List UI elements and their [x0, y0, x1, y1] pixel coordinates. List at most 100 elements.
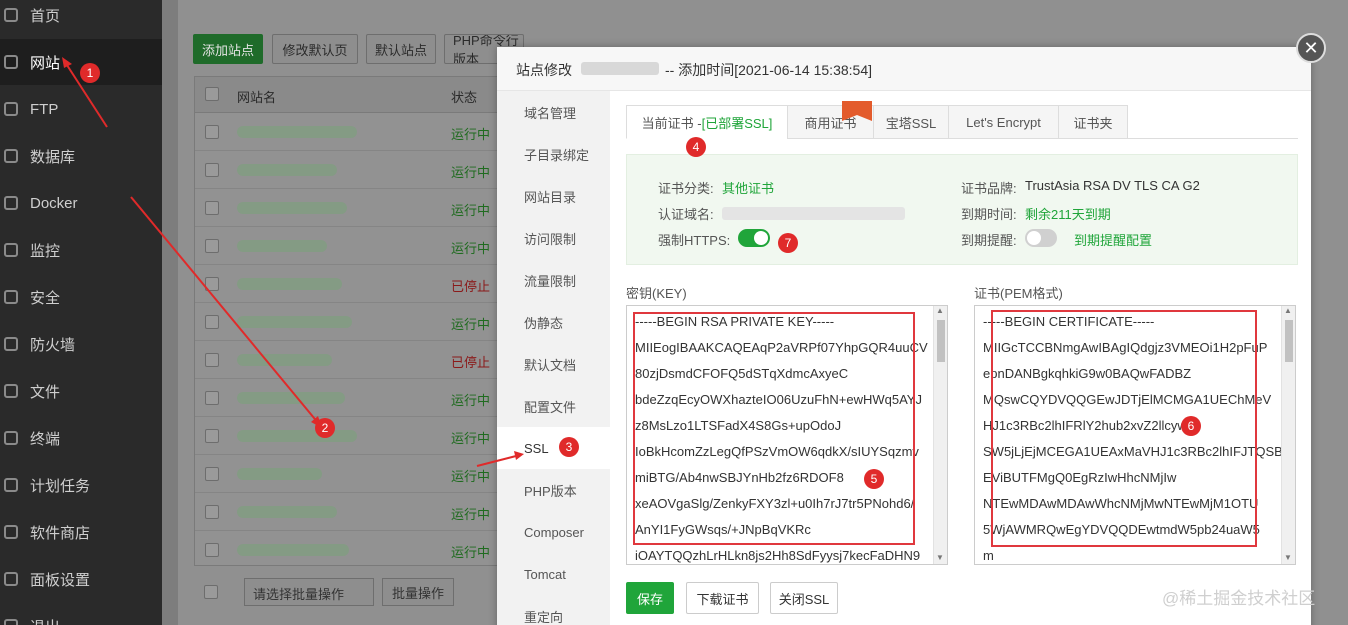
force-https-toggle[interactable]	[738, 229, 770, 247]
status-text[interactable]: 运行中	[451, 542, 490, 561]
sidebar: 首页 网站 FTP 数据库 Docker 监控 安全 防火墙 文件 终端 计划任…	[0, 0, 162, 625]
nav-config-file[interactable]: 配置文件	[497, 385, 610, 427]
table-header: 网站名 状态	[195, 77, 503, 113]
nav-tomcat[interactable]: Tomcat	[497, 553, 610, 595]
cert-category-label: 证书分类:	[658, 181, 714, 196]
row-checkbox[interactable]	[205, 467, 219, 481]
sidebar-item-firewall[interactable]: 防火墙	[0, 321, 162, 367]
sidebar-item-ftp[interactable]: FTP	[0, 86, 162, 132]
row-checkbox[interactable]	[205, 315, 219, 329]
status-text[interactable]: 运行中	[451, 390, 490, 409]
nav-traffic-limit[interactable]: 流量限制	[497, 259, 610, 301]
row-checkbox[interactable]	[205, 125, 219, 139]
logout-icon	[4, 619, 18, 625]
sidebar-item-label: 文件	[30, 383, 61, 401]
tab-current-cert[interactable]: 当前证书 - [已部署SSL]	[626, 105, 788, 139]
sidebar-item-label: 面板设置	[30, 571, 91, 589]
batch-operation-select[interactable]: 请选择批量操作	[244, 578, 374, 606]
sidebar-item-cron[interactable]: 计划任务	[0, 462, 162, 508]
add-site-button[interactable]: 添加站点	[193, 34, 263, 64]
col-site-name[interactable]: 网站名	[237, 87, 276, 106]
expire-reminder-toggle[interactable]	[1025, 229, 1057, 247]
sidebar-item-home[interactable]: 首页	[0, 0, 162, 38]
sidebar-item-terminal[interactable]: 终端	[0, 415, 162, 461]
row-checkbox[interactable]	[205, 163, 219, 177]
nav-access-limit[interactable]: 访问限制	[497, 217, 610, 259]
key-line: iOAYTQQzhLrHLkn8js2Hh8SdFyysj7kecFaDHN9	[635, 548, 921, 563]
tab-lets-encrypt[interactable]: Let's Encrypt	[948, 105, 1059, 139]
sidebar-item-store[interactable]: 软件商店	[0, 509, 162, 555]
expire-time-value: 剩余211天到期	[1025, 207, 1111, 222]
sidebar-item-label: 软件商店	[30, 524, 91, 542]
col-status[interactable]: 状态	[451, 87, 477, 106]
home-icon	[4, 8, 18, 22]
cert-domain-redacted	[722, 207, 905, 220]
recommend-ribbon-icon	[842, 101, 872, 121]
select-all-checkbox[interactable]	[205, 87, 219, 101]
download-cert-button[interactable]: 下载证书	[686, 582, 759, 614]
key-scrollbar[interactable]: ▲ ▼	[933, 306, 947, 564]
table-row: 运行中	[195, 303, 503, 341]
status-text[interactable]: 运行中	[451, 314, 490, 333]
nav-site-directory[interactable]: 网站目录	[497, 175, 610, 217]
site-name-blurred	[237, 316, 352, 328]
sidebar-item-label: 首页	[30, 7, 61, 25]
row-checkbox[interactable]	[205, 239, 219, 253]
row-checkbox[interactable]	[205, 277, 219, 291]
status-text[interactable]: 运行中	[451, 504, 490, 523]
terminal-icon	[4, 431, 18, 445]
nav-domain-management[interactable]: 域名管理	[497, 91, 610, 133]
status-text[interactable]: 运行中	[451, 124, 490, 143]
nav-rewrite[interactable]: 伪静态	[497, 301, 610, 343]
nav-composer[interactable]: Composer	[497, 511, 610, 553]
site-name-blurred	[237, 544, 349, 556]
nav-subdir-binding[interactable]: 子目录绑定	[497, 133, 610, 175]
row-checkbox[interactable]	[205, 391, 219, 405]
tab-baota-ssl[interactable]: 宝塔SSL	[873, 105, 949, 139]
cert-scrollbar[interactable]: ▲ ▼	[1281, 306, 1295, 564]
site-name-redacted	[581, 62, 659, 75]
save-button[interactable]: 保存	[626, 582, 674, 614]
table-row: 运行中	[195, 189, 503, 227]
sidebar-item-logout[interactable]: 退出	[0, 603, 162, 625]
status-text[interactable]: 运行中	[451, 238, 490, 257]
sidebar-item-docker[interactable]: Docker	[0, 180, 162, 226]
status-text[interactable]: 运行中	[451, 200, 490, 219]
tab-cert-folder[interactable]: 证书夹	[1058, 105, 1128, 139]
nav-default-doc[interactable]: 默认文档	[497, 343, 610, 385]
sidebar-item-security[interactable]: 安全	[0, 274, 162, 320]
close-ssl-button[interactable]: 关闭SSL	[770, 582, 838, 614]
table-row: 运行中	[195, 113, 503, 151]
expire-reminder-config-link[interactable]: 到期提醒配置	[1074, 230, 1152, 249]
site-name-blurred	[237, 240, 327, 252]
cert-line: m	[983, 548, 994, 563]
row-checkbox[interactable]	[205, 429, 219, 443]
modal-close-icon[interactable]: ✕	[1296, 33, 1326, 63]
row-checkbox[interactable]	[205, 201, 219, 215]
sidebar-item-panel-settings[interactable]: 面板设置	[0, 556, 162, 602]
status-text[interactable]: 已停止	[451, 276, 490, 295]
sidebar-item-monitor[interactable]: 监控	[0, 227, 162, 273]
sidebar-item-files[interactable]: 文件	[0, 368, 162, 414]
row-checkbox[interactable]	[205, 353, 219, 367]
sidebar-item-database[interactable]: 数据库	[0, 133, 162, 179]
site-table: 网站名 状态 运行中 运行中 运行中 运行中 已停止 运行中 已停止 运行中 运…	[194, 76, 504, 566]
default-site-button[interactable]: 默认站点	[366, 34, 436, 64]
nav-redirect[interactable]: 重定向	[497, 595, 610, 625]
status-text[interactable]: 已停止	[451, 352, 490, 371]
site-name-blurred	[237, 392, 345, 404]
annotation-badge: 6	[1181, 416, 1201, 436]
footer-select-all-checkbox[interactable]	[204, 585, 218, 599]
row-checkbox[interactable]	[205, 543, 219, 557]
edit-default-page-button[interactable]: 修改默认页	[272, 34, 358, 64]
site-name-blurred	[237, 202, 347, 214]
nav-ssl[interactable]: SSL	[497, 427, 610, 469]
status-text[interactable]: 运行中	[451, 428, 490, 447]
ssl-deployed-status: [已部署SSL]	[701, 115, 773, 131]
status-text[interactable]: 运行中	[451, 162, 490, 181]
batch-operation-button[interactable]: 批量操作	[382, 578, 454, 606]
status-text[interactable]: 运行中	[451, 466, 490, 485]
row-checkbox[interactable]	[205, 505, 219, 519]
force-https-label: 强制HTTPS:	[658, 233, 731, 248]
nav-php-version[interactable]: PHP版本	[497, 469, 610, 511]
